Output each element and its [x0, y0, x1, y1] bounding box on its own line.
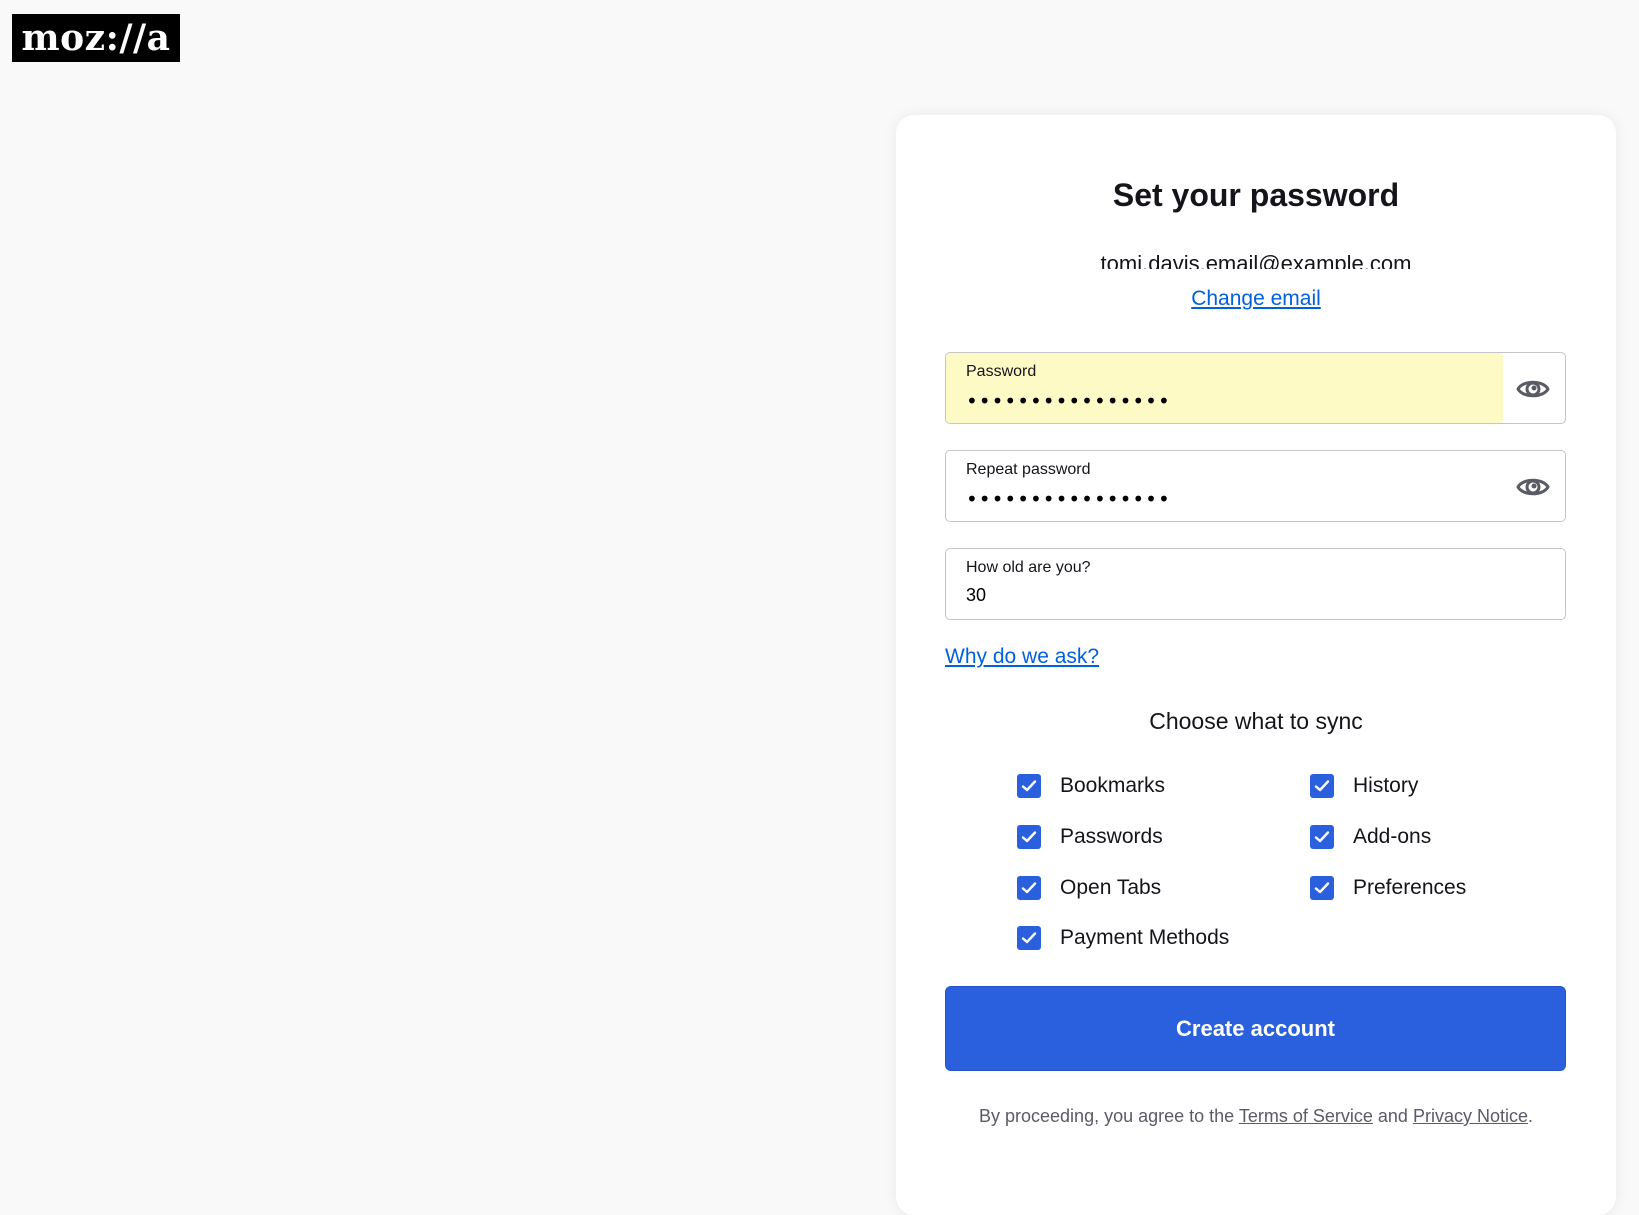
checkbox-checked-icon[interactable] — [1017, 774, 1041, 798]
sync-label: History — [1353, 774, 1419, 797]
footer-prefix: By proceeding, you agree to the — [979, 1106, 1239, 1126]
repeat-password-field[interactable]: Repeat password •••••••••••••••• — [945, 450, 1566, 522]
age-field[interactable]: How old are you? 30 — [945, 548, 1566, 620]
sync-label: Open Tabs — [1060, 876, 1162, 899]
change-email-link[interactable]: Change email — [1191, 287, 1321, 310]
signup-card: Set your password tomi.davis.email@examp… — [896, 115, 1616, 1215]
sync-payment-methods[interactable]: Payment Methods — [1017, 923, 1229, 953]
password-input[interactable]: •••••••••••••••• — [966, 389, 1486, 413]
create-account-button[interactable]: Create account — [945, 986, 1566, 1071]
age-input[interactable]: 30 — [966, 585, 1486, 606]
checkbox-checked-icon[interactable] — [1017, 876, 1041, 900]
checkbox-checked-icon[interactable] — [1310, 774, 1334, 798]
sync-heading: Choose what to sync — [1149, 708, 1363, 734]
why-do-we-ask-link[interactable]: Why do we ask? — [945, 645, 1099, 668]
sync-label: Preferences — [1353, 876, 1467, 899]
repeat-password-input[interactable]: •••••••••••••••• — [966, 487, 1486, 511]
checkbox-checked-icon[interactable] — [1017, 926, 1041, 950]
terms-of-service-link[interactable]: Terms of Service — [1239, 1106, 1373, 1126]
sync-preferences[interactable]: Preferences — [1310, 873, 1466, 903]
mozilla-logo[interactable]: moz://a — [12, 14, 180, 62]
show-repeat-password-eye-icon[interactable] — [1515, 469, 1551, 505]
repeat-password-label: Repeat password — [966, 461, 1091, 478]
sync-passwords[interactable]: Passwords — [1017, 822, 1163, 852]
legal-footer: By proceeding, you agree to the Terms of… — [896, 1106, 1616, 1127]
sync-history[interactable]: History — [1310, 771, 1418, 801]
email-address: tomi.davis.email@example.com — [1100, 251, 1412, 269]
privacy-notice-link[interactable]: Privacy Notice — [1413, 1106, 1528, 1126]
checkbox-checked-icon[interactable] — [1310, 825, 1334, 849]
sync-addons[interactable]: Add-ons — [1310, 822, 1431, 852]
password-field[interactable]: Password •••••••••••••••• — [945, 352, 1566, 424]
password-label: Password — [966, 363, 1037, 380]
checkbox-checked-icon[interactable] — [1310, 876, 1334, 900]
sync-label: Payment Methods — [1060, 926, 1230, 949]
sync-label: Add-ons — [1353, 825, 1432, 848]
sync-label: Passwords — [1060, 825, 1163, 848]
sync-label: Bookmarks — [1060, 774, 1166, 797]
why-container: Why do we ask? — [945, 645, 1099, 669]
sync-open-tabs[interactable]: Open Tabs — [1017, 873, 1161, 903]
footer-and: and — [1372, 1106, 1413, 1126]
page-title: Set your password — [1112, 177, 1400, 213]
show-password-eye-icon[interactable] — [1515, 371, 1551, 407]
checkbox-checked-icon[interactable] — [1017, 825, 1041, 849]
age-label: How old are you? — [966, 559, 1091, 576]
change-email-container: Change email — [896, 287, 1616, 311]
sync-bookmarks[interactable]: Bookmarks — [1017, 771, 1165, 801]
footer-suffix: . — [1527, 1106, 1533, 1126]
